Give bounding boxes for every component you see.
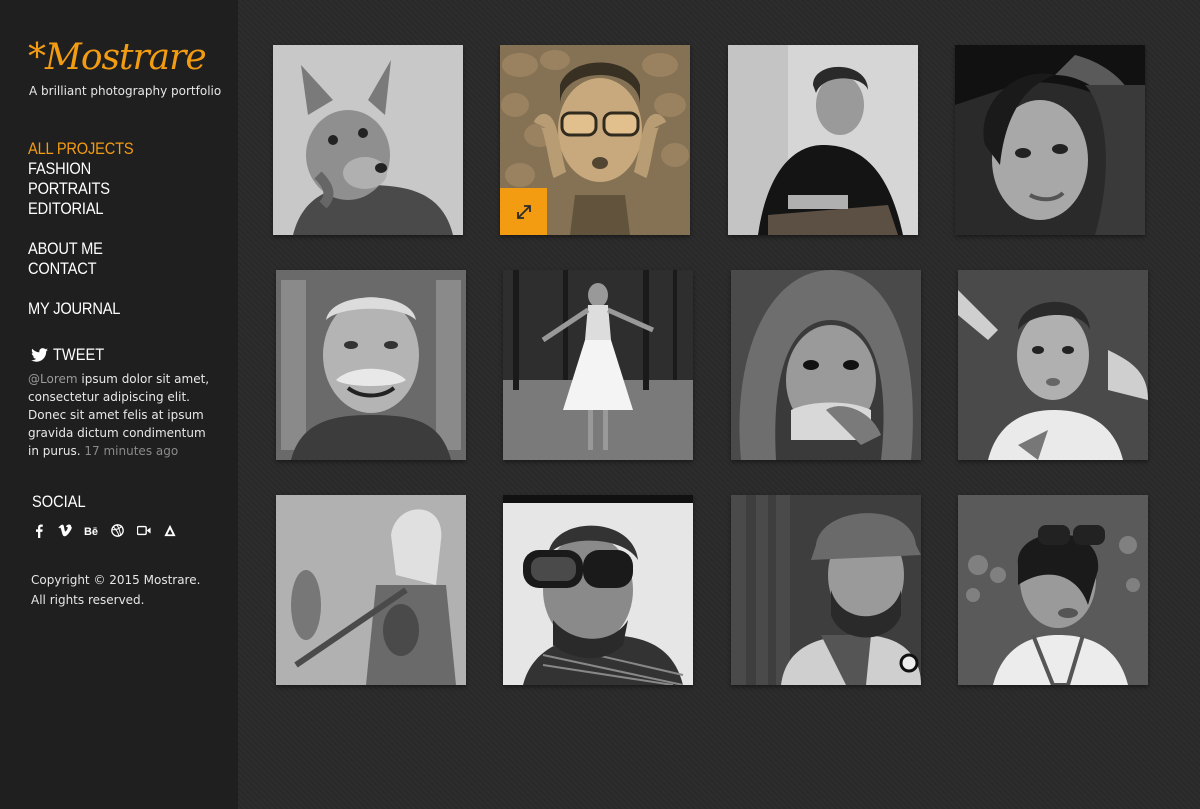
nav-item-editorial[interactable]: EDITORIAL	[28, 199, 133, 219]
copyright-notice: Copyright © 2015 Mostrare. All rights re…	[31, 570, 200, 610]
nav-item-about-me[interactable]: ABOUT ME	[28, 239, 103, 259]
social-heading: SOCIAL	[32, 492, 86, 511]
photo-tile-fox-mask[interactable]	[273, 45, 463, 235]
photo-image	[276, 495, 466, 685]
nav-item-my-journal[interactable]: MY JOURNAL	[28, 299, 120, 319]
copyright-line-1: Copyright © 2015 Mostrare.	[31, 573, 201, 587]
photo-tile-man-goggles[interactable]	[503, 495, 693, 685]
tweet-heading-label: TWEET	[53, 345, 105, 364]
tweet-timestamp[interactable]: 17 minutes ago	[84, 444, 178, 458]
photo-image	[728, 45, 918, 235]
nav-journal: MY JOURNAL	[28, 299, 135, 319]
nav-item-portraits[interactable]: PORTRAITS	[28, 179, 133, 199]
tweet-handle-link[interactable]: @Lorem	[28, 372, 78, 386]
expand-button[interactable]	[500, 188, 547, 235]
social-icons: Bē	[31, 524, 177, 540]
photo-image	[955, 45, 1145, 235]
photo-image	[273, 45, 463, 235]
photo-image	[503, 495, 693, 685]
tweet-heading: TWEET	[30, 345, 113, 365]
photo-tile-man-hat-beard[interactable]	[731, 495, 921, 685]
site-logo[interactable]: *Mostrare	[28, 36, 207, 80]
behance-icon[interactable]: Bē	[83, 524, 99, 540]
nav-projects: ALL PROJECTS FASHION PORTRAITS EDITORIAL	[28, 139, 151, 219]
photo-tile-woman-hat[interactable]	[955, 45, 1145, 235]
photo-image	[731, 495, 921, 685]
nav-item-all-projects[interactable]: ALL PROJECTS	[28, 139, 134, 159]
copyright-line-2: All rights reserved.	[31, 593, 145, 607]
photo-tile-man-seated[interactable]	[728, 45, 918, 235]
dribbble-icon[interactable]	[110, 524, 125, 540]
photo-tile-old-man-mustache[interactable]	[276, 270, 466, 460]
photo-tile-woman-sunglasses[interactable]	[500, 45, 690, 235]
sidebar: *Mostrare A brilliant photography portfo…	[0, 0, 238, 809]
photo-tile-hooded-man[interactable]	[731, 270, 921, 460]
photo-tile-woman-dress[interactable]	[503, 270, 693, 460]
nav-item-contact[interactable]: CONTACT	[28, 259, 103, 279]
facebook-icon[interactable]	[31, 524, 46, 540]
vine-icon[interactable]	[162, 524, 177, 540]
photo-image	[503, 270, 693, 460]
site-tagline: A brilliant photography portfolio	[29, 84, 222, 98]
nav-pages: ABOUT ME CONTACT	[28, 239, 115, 279]
video-icon[interactable]	[136, 524, 151, 540]
photo-tile-girl-violin[interactable]	[276, 495, 466, 685]
photo-tile-woman-sunglasses-head[interactable]	[958, 495, 1148, 685]
twitter-bird-icon	[31, 348, 48, 362]
photo-image	[958, 495, 1148, 685]
tweet-text: @Lorem ipsum dolor sit amet, consectetur…	[28, 370, 213, 460]
photo-image	[276, 270, 466, 460]
vimeo-icon[interactable]	[57, 524, 72, 540]
photo-image	[731, 270, 921, 460]
photo-image	[958, 270, 1148, 460]
photo-tile-young-man[interactable]	[958, 270, 1148, 460]
expand-arrows-icon	[516, 204, 531, 219]
nav-item-fashion[interactable]: FASHION	[28, 159, 133, 179]
